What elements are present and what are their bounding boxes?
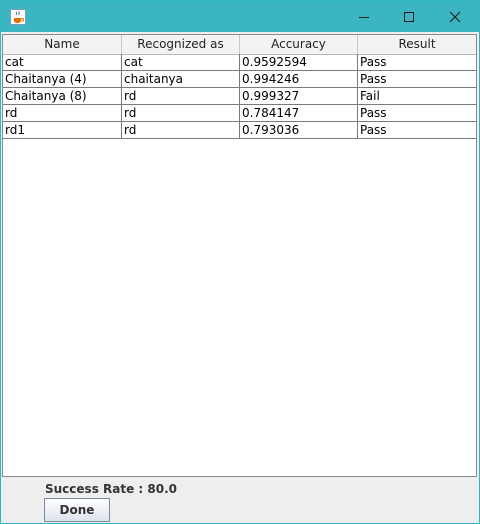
cell-result: Pass <box>360 106 387 120</box>
cell-recognized-as: rd <box>122 122 240 138</box>
column-header-recognized-as[interactable]: Recognized as <box>122 35 240 54</box>
cell-recognized-as: cat <box>122 54 240 70</box>
minimize-icon <box>359 17 369 18</box>
cell-accuracy: 0.9592594 <box>240 54 358 70</box>
results-table[interactable]: Name Recognized as Accuracy Result cat c… <box>2 34 477 477</box>
column-header-name[interactable]: Name <box>3 35 122 54</box>
maximize-button[interactable] <box>386 1 432 32</box>
table-header: Name Recognized as Accuracy Result <box>3 35 476 55</box>
cell-result: Pass <box>360 123 387 137</box>
close-button[interactable] <box>432 1 478 32</box>
cell-accuracy: 0.793036 <box>240 122 358 138</box>
cell-accuracy: 0.994246 <box>240 71 358 87</box>
table-row[interactable]: rd1 rd 0.793036 Pass <box>3 122 476 139</box>
cell-name: Chaitanya (4) <box>3 71 122 87</box>
cell-accuracy: 0.784147 <box>240 105 358 121</box>
table-row[interactable]: Chaitanya (4) chaitanya 0.994246 Pass <box>3 71 476 88</box>
cell-recognized-as: chaitanya <box>122 71 240 87</box>
app-window: Name Recognized as Accuracy Result cat c… <box>0 0 480 524</box>
cell-name: Chaitanya (8) <box>3 88 122 104</box>
cell-name: rd1 <box>3 122 122 138</box>
done-button[interactable]: Done <box>44 498 110 522</box>
cell-accuracy: 0.999327 <box>240 88 358 104</box>
cell-recognized-as: rd <box>122 105 240 121</box>
cell-recognized-as: rd <box>122 88 240 104</box>
cell-result: Pass <box>360 72 387 86</box>
minimize-button[interactable] <box>341 1 387 32</box>
success-rate-label: Success Rate : 80.0 <box>45 482 177 496</box>
column-header-result[interactable]: Result <box>358 35 476 54</box>
title-bar <box>1 1 479 32</box>
cell-result: Pass <box>360 55 387 69</box>
java-coffee-icon <box>10 9 26 25</box>
table-row[interactable]: Chaitanya (8) rd 0.999327 Fail <box>3 88 476 105</box>
cell-name: cat <box>3 54 122 70</box>
maximize-icon <box>404 12 414 22</box>
cell-name: rd <box>3 105 122 121</box>
table-row[interactable]: cat cat 0.9592594 Pass <box>3 54 476 71</box>
cell-result: Fail <box>360 89 380 103</box>
close-icon <box>449 11 461 23</box>
column-header-accuracy[interactable]: Accuracy <box>240 35 358 54</box>
table-row[interactable]: rd rd 0.784147 Pass <box>3 105 476 122</box>
